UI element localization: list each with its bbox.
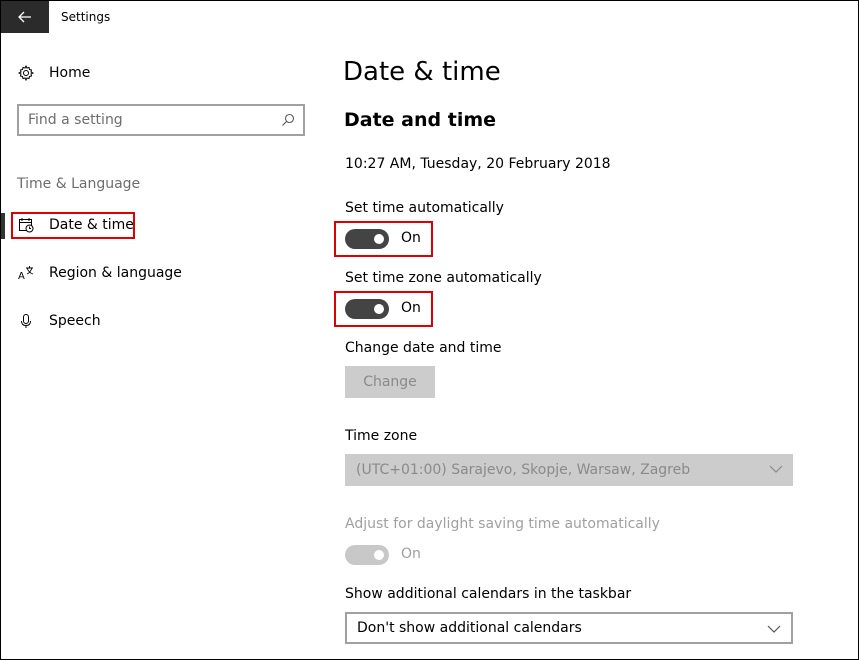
change-datetime-label: Change date and time [345,340,502,356]
sidebar-home-label: Home [49,65,91,81]
sidebar-item-label: Region & language [49,265,182,281]
microphone-icon [17,312,35,330]
sidebar-item-speech[interactable]: Speech [17,312,101,330]
set-timezone-auto-label: Set time zone automatically [345,270,542,286]
search-input[interactable] [19,106,269,134]
annotation-highlight [334,221,433,257]
chevron-down-icon [767,625,781,633]
daylight-toggle[interactable] [345,545,389,565]
search-icon [282,113,295,126]
set-time-auto-label: Set time automatically [345,200,504,216]
sidebar-item-region-language[interactable]: A Region & language [17,264,182,282]
search-field[interactable] [17,104,305,136]
annotation-highlight [334,291,433,327]
gear-icon [17,64,35,82]
svg-text:A: A [18,271,25,281]
chevron-down-icon [769,465,783,473]
back-button[interactable] [1,1,49,33]
page-title: Date & time [343,57,501,87]
daylight-label: Adjust for daylight saving time automati… [345,516,660,532]
annotation-highlight [11,212,135,239]
time-zone-value: (UTC+01:00) Sarajevo, Skopje, Warsaw, Za… [356,462,691,478]
toggle-knob [374,550,384,560]
calendars-value: Don't show additional calendars [357,620,582,636]
title-bar: Settings [1,1,858,33]
change-button[interactable]: Change [345,366,435,398]
time-zone-select[interactable]: (UTC+01:00) Sarajevo, Skopje, Warsaw, Za… [345,454,793,486]
language-icon: A [17,264,35,282]
time-zone-label: Time zone [345,428,418,444]
window-title: Settings [61,10,111,24]
sidebar-item-label: Speech [49,313,101,329]
sidebar-section-label: Time & Language [17,176,141,192]
back-arrow-icon [18,11,31,23]
settings-window: Settings Home Time & Language D [0,0,859,660]
current-time-text: 10:27 AM, Tuesday, 20 February 2018 [345,156,611,172]
section-title: Date and time [344,109,497,131]
active-nav-indicator [1,213,5,239]
calendars-select[interactable]: Don't show additional calendars [345,612,793,644]
sidebar-item-home[interactable]: Home [17,64,90,82]
daylight-state: On [401,546,421,562]
calendars-label: Show additional calendars in the taskbar [345,586,632,602]
